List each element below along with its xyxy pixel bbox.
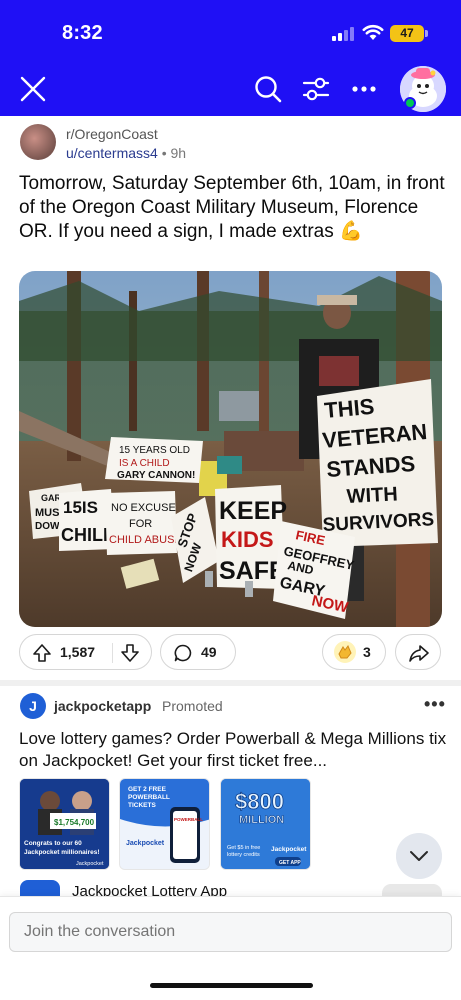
header-bar: 8:32 47 (0, 0, 461, 116)
award-button[interactable]: 3 (322, 634, 386, 670)
filter-icon[interactable] (301, 74, 331, 104)
share-button[interactable] (395, 634, 441, 670)
award-icon (334, 641, 356, 663)
post-age: 9h (170, 145, 187, 161)
author-line: u/centermass4 • 9h (66, 145, 186, 161)
author-name[interactable]: u/centermass4 (66, 145, 158, 161)
comment-count: 49 (201, 644, 217, 660)
share-icon (409, 645, 429, 662)
thumb3-amount: $800 (235, 789, 284, 814)
battery-indicator: 47 (390, 25, 424, 42)
post-title: Tomorrow, Saturday September 6th, 10am, … (19, 173, 445, 242)
status-bar: 8:32 47 (0, 0, 461, 60)
sign-keep-line2: KIDS (221, 527, 274, 552)
ad-more-icon[interactable]: ••• (424, 694, 446, 715)
ad-thumbnail-2[interactable]: GET 2 FREE POWERBALL TICKETS POWERBALL J… (119, 778, 210, 870)
sign-no-excuse-line1: NO EXCUSE (111, 502, 176, 514)
thumb1-brand: Jackpocket (76, 861, 104, 867)
thumb3-brand: Jackpocket (271, 846, 307, 853)
award-count: 3 (363, 644, 371, 660)
sign-gary-line1: 15 YEARS OLD (119, 445, 190, 456)
ad-thumbnail-1[interactable]: $1,754,700 Congrats to our 60 Jackpocket… (19, 778, 110, 870)
thumb2-line3: TICKETS (128, 802, 156, 809)
meta-separator: • (161, 145, 167, 161)
sign-no-excuse-line2: FOR (129, 518, 152, 530)
thumb2-line1: GET 2 FREE (128, 786, 167, 793)
thumb1-amount: $1,754,700 (54, 818, 95, 827)
vote-control: 1,587 (19, 634, 152, 670)
thumb3-text1: Get $5 in free (227, 845, 260, 851)
sign-main-line4: WITH (346, 483, 398, 508)
wifi-icon (362, 24, 384, 40)
community-avatar[interactable] (20, 124, 56, 160)
comments-button[interactable]: 49 (160, 634, 236, 670)
thumb1-text1: Congrats to our 60 (24, 840, 82, 847)
sign-main-line1: THIS (323, 394, 375, 423)
advertiser-logo[interactable]: J (20, 693, 46, 719)
sign-gary-line3: GARY CANNON! (117, 470, 195, 481)
sign-child-line1: 15IS (63, 498, 98, 517)
post-actions: 1,587 49 3 (0, 632, 461, 672)
upvote-count: 1,587 (60, 644, 96, 660)
sign-gary: 15 YEARS OLD IS A CHILD GARY CANNON! (105, 437, 203, 483)
post-header: r/OregonCoast u/centermass4 • 9h (0, 116, 461, 172)
sign-gary-line2: IS A CHILD (119, 458, 170, 469)
advertiser-name[interactable]: jackpocketapp (54, 698, 151, 714)
thumb2-line2: POWERBALL (128, 794, 170, 801)
thumb1-text2: Jackpocket millionaires! (24, 849, 100, 856)
thumb2-phone: POWERBALL (174, 817, 203, 822)
vote-divider (112, 643, 113, 663)
battery-tip (425, 30, 428, 37)
sign-keep-line1: KEEP (219, 497, 287, 525)
search-icon[interactable] (253, 74, 283, 104)
home-indicator (150, 983, 313, 988)
thumb3-text2: lottery credits (227, 852, 260, 858)
cellular-signal-icon (332, 27, 354, 41)
sign-left-line2: MUS (35, 507, 59, 519)
sign-no-excuse: NO EXCUSE FOR CHILD ABUSE (105, 491, 182, 555)
comment-input[interactable] (9, 912, 452, 952)
thumb3-cta: GET APP (279, 860, 301, 866)
comment-composer (0, 896, 461, 1000)
community-name[interactable]: r/OregonCoast (66, 126, 158, 142)
post-nav (0, 60, 461, 116)
upvote-icon[interactable] (32, 643, 52, 663)
thumb3-million: MILLION (239, 814, 284, 826)
ad-thumbnail-3[interactable]: $800 MILLION Get $5 in free lottery cred… (220, 778, 311, 870)
status-time: 8:32 (62, 22, 103, 44)
ad-text[interactable]: Love lottery games? Order Powerball & Me… (19, 728, 449, 772)
ad-header: J jackpocketapp Promoted ••• (0, 688, 461, 724)
comment-icon (174, 644, 192, 662)
online-status-dot (404, 97, 416, 109)
promoted-label: Promoted (162, 698, 223, 714)
thumb2-brand: Jackpocket (126, 840, 165, 847)
downvote-icon[interactable] (120, 643, 140, 663)
scroll-down-button[interactable] (396, 833, 442, 879)
close-icon[interactable] (18, 74, 48, 104)
more-icon[interactable] (349, 74, 379, 104)
feed-separator (0, 680, 461, 686)
post-image[interactable]: THIS VETERAN STANDS WITH SURVIVORS 15 YE… (19, 271, 442, 627)
sign-no-excuse-line3: CHILD ABUSE (109, 534, 182, 546)
sign-main: THIS VETERAN STANDS WITH SURVIVORS (317, 379, 438, 547)
